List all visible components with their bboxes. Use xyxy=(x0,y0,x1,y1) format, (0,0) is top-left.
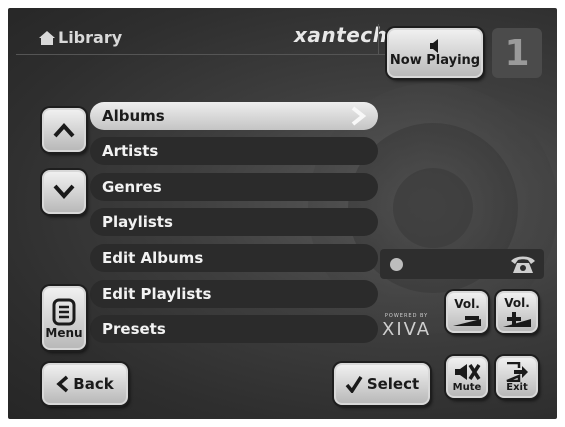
menu-label: Menu xyxy=(45,326,83,340)
zone-number: 1 xyxy=(492,28,542,78)
now-playing-button[interactable]: Now Playing xyxy=(387,28,483,78)
volume-down-icon xyxy=(453,316,481,326)
volume-up-label: Vol. xyxy=(504,296,530,310)
volume-up-button[interactable]: Vol. xyxy=(496,291,538,333)
header-divider xyxy=(16,54,386,55)
list-item-presets[interactable]: Presets xyxy=(90,315,378,343)
chevron-down-icon xyxy=(53,184,75,199)
brand-logo: xantech xyxy=(294,23,388,47)
touch-panel-screen: Library xantech Now Playing 1 Albums Art… xyxy=(8,8,557,419)
scroll-down-button[interactable] xyxy=(42,170,86,214)
home-icon xyxy=(39,30,55,45)
phone-icon xyxy=(511,256,535,273)
chevron-left-icon xyxy=(56,375,69,393)
volume-down-label: Vol. xyxy=(454,297,480,311)
list-item-label: Playlists xyxy=(102,213,173,231)
volume-up-icon xyxy=(503,312,531,327)
chevron-right-icon xyxy=(351,106,367,126)
scroll-up-button[interactable] xyxy=(42,108,86,152)
select-label: Select xyxy=(366,375,420,393)
list-item-label: Genres xyxy=(102,178,162,196)
checkmark-icon xyxy=(345,376,363,393)
list-item-label: Artists xyxy=(102,142,159,160)
mute-icon xyxy=(455,363,481,380)
header-divider-vertical xyxy=(378,24,379,54)
page-title-text: Library xyxy=(58,28,123,47)
mute-label: Mute xyxy=(452,381,482,393)
list-item-edit-albums[interactable]: Edit Albums xyxy=(90,244,378,272)
list-item-genres[interactable]: Genres xyxy=(90,173,378,201)
back-label: Back xyxy=(73,375,114,393)
status-indicator-dot xyxy=(390,258,403,271)
page-title: Library xyxy=(38,28,122,47)
volume-down-button[interactable]: Vol. xyxy=(446,291,488,333)
exit-icon xyxy=(506,361,528,382)
back-button[interactable]: Back xyxy=(42,363,128,405)
list-item-edit-playlists[interactable]: Edit Playlists xyxy=(90,280,378,308)
xiva-logo: XIVA xyxy=(382,319,432,340)
speaker-center xyxy=(393,168,473,248)
menu-button[interactable]: Menu xyxy=(42,286,86,350)
status-bar xyxy=(380,249,544,279)
menu-icon xyxy=(52,298,76,326)
list-item-label: Edit Playlists xyxy=(102,285,212,303)
speaker-icon xyxy=(430,38,438,53)
select-button[interactable]: Select xyxy=(334,363,430,405)
list-item-label: Edit Albums xyxy=(102,249,204,267)
chevron-up-icon xyxy=(53,123,75,138)
list-item-label: Presets xyxy=(102,320,166,338)
exit-button[interactable]: Exit xyxy=(496,356,538,398)
list-item-artists[interactable]: Artists xyxy=(90,137,378,165)
list-item-albums[interactable]: Albums xyxy=(90,102,378,130)
mute-button[interactable]: Mute xyxy=(446,356,488,398)
now-playing-label: Now Playing xyxy=(389,52,481,68)
powered-by-logo: POWERED BY XIVA xyxy=(382,313,431,340)
list-item-playlists[interactable]: Playlists xyxy=(90,208,378,236)
list-item-label: Albums xyxy=(102,107,165,125)
exit-label: Exit xyxy=(506,381,528,393)
